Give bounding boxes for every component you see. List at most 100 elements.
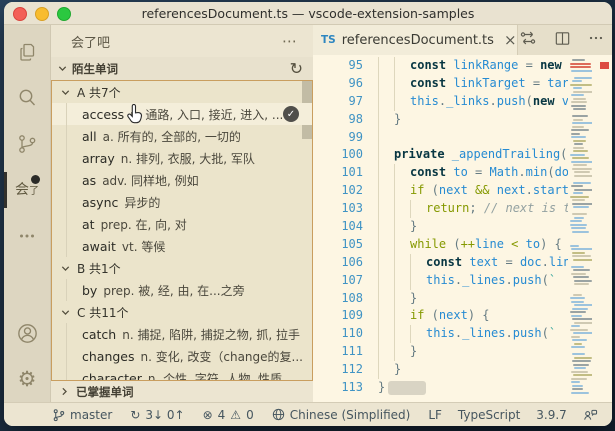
- language-status[interactable]: Chinese (Simplified): [272, 408, 410, 422]
- section-header-unfamiliar-words[interactable]: 陌生单词 ↻: [51, 57, 313, 80]
- code-line-105[interactable]: 105 while (++line < to) {: [313, 235, 568, 254]
- code-editor[interactable]: 95 const linkRange = new 96 const linkTarg…: [313, 55, 568, 402]
- title-bar: referencesDocument.ts — vscode-extension…: [4, 2, 612, 25]
- line-number: 105: [341, 236, 363, 251]
- word-item-access[interactable]: access n. 通路, 入口, 接近, 进入, ... ✓: [52, 103, 312, 125]
- word-group-header[interactable]: B 共1个: [52, 257, 312, 279]
- overview-ruler[interactable]: [592, 55, 612, 402]
- close-window-button[interactable]: [13, 7, 27, 21]
- line-number: 98: [348, 111, 363, 126]
- word-group-header[interactable]: C 共11个: [52, 301, 312, 323]
- code-line-97[interactable]: 97 this._links.push(new v: [313, 92, 568, 111]
- feedback-icon[interactable]: [583, 408, 598, 422]
- word-item-at[interactable]: at prep. 在, 向, 对: [52, 213, 312, 235]
- language-mode-indicator[interactable]: TypeScript: [458, 408, 520, 422]
- account-icon[interactable]: [4, 310, 50, 356]
- word-item-array[interactable]: array n. 排列, 衣服, 大批, 军队: [52, 147, 312, 169]
- line-number: 96: [348, 75, 363, 90]
- code-line-102[interactable]: 102 if (next && next.start: [313, 182, 568, 201]
- ts-version-indicator[interactable]: 3.9.7: [536, 408, 567, 422]
- settings-gear-icon[interactable]: ⚙: [4, 356, 50, 402]
- code-line-113[interactable]: 113}: [313, 379, 568, 397]
- chevron-down-icon: [61, 265, 70, 271]
- line-number: 107: [341, 272, 363, 287]
- word-item-character[interactable]: character n. 个性, 字符, 人物, 性质, ...: [52, 367, 312, 380]
- line-number: 110: [341, 326, 363, 341]
- editor-group: TS referencesDocument.ts × 95 const link…: [313, 25, 612, 402]
- open-changes-icon[interactable]: [518, 28, 538, 52]
- code-line-110[interactable]: 110 this._lines.push(`: [313, 325, 568, 344]
- line-number: 113: [341, 380, 363, 395]
- vscode-window: referencesDocument.ts — vscode-extension…: [4, 2, 612, 426]
- chevron-right-icon: [62, 387, 67, 396]
- line-number: 103: [341, 201, 363, 216]
- window-title: referencesDocument.ts — vscode-extension…: [141, 5, 475, 21]
- line-number: 108: [341, 290, 363, 305]
- code-line-106[interactable]: 106 const text = doc.lin: [313, 253, 568, 272]
- globe-icon: [272, 408, 284, 421]
- chevron-down-icon: [61, 309, 70, 315]
- selection-highlight: [388, 380, 427, 395]
- git-branch-status[interactable]: master: [52, 408, 112, 422]
- word-item-by[interactable]: by prep. 被, 经, 由, 在...之旁: [52, 279, 312, 301]
- more-views-icon[interactable]: [4, 213, 50, 259]
- source-control-icon[interactable]: [4, 121, 50, 167]
- code-line-96[interactable]: 96 const linkTarget = tar: [313, 74, 568, 93]
- line-number: 101: [341, 165, 363, 180]
- word-tree[interactable]: A 共7个 access n. 通路, 入口, 接近, 进入, ... ✓ all a. …: [51, 80, 313, 381]
- warning-icon: ⚠: [230, 407, 242, 422]
- problems-status[interactable]: ⊗ 4 ⚠ 0: [203, 408, 254, 422]
- line-number: 106: [341, 254, 363, 269]
- minimize-window-button[interactable]: [35, 7, 49, 21]
- word-item-all[interactable]: all a. 所有的, 全部的, 一切的: [52, 125, 312, 147]
- word-item-as[interactable]: as adv. 同样地, 例如: [52, 169, 312, 191]
- split-editor-icon[interactable]: [553, 29, 572, 52]
- line-number: 111: [341, 344, 363, 359]
- search-icon[interactable]: [4, 75, 50, 121]
- code-line-107[interactable]: 107 this._lines.push(`: [313, 271, 568, 290]
- typescript-file-icon: TS: [321, 34, 336, 46]
- huileba-extension-icon[interactable]: 会了: [4, 167, 50, 213]
- sidebar-title: 会了吧: [71, 35, 111, 51]
- git-sync-status[interactable]: ↻ 3↓ 0↑: [130, 408, 184, 422]
- word-item-catch[interactable]: catch n. 捕捉, 陷阱, 捕捉之物, 抓, 拉手: [52, 323, 312, 345]
- code-line-103[interactable]: 103 return; // next is t: [313, 200, 568, 219]
- traffic-lights: [13, 7, 71, 21]
- tab-referencesDocument[interactable]: TS referencesDocument.ts ×: [313, 25, 518, 55]
- extension-badge: [31, 175, 40, 184]
- sidebar-panel: 会了吧 ⋯ 陌生单词 ↻ A 共7个 access n. 通路, 入口, 接近, 进…: [51, 25, 313, 402]
- chevron-down-icon: [58, 66, 67, 71]
- tab-title: referencesDocument.ts: [341, 32, 494, 48]
- mark-known-check-icon[interactable]: ✓: [283, 106, 299, 122]
- explorer-icon[interactable]: [4, 29, 50, 75]
- minimap[interactable]: [568, 55, 592, 402]
- line-number: 104: [341, 219, 363, 234]
- code-line-101[interactable]: 101 const to = Math.min(do: [313, 164, 568, 183]
- code-line-95[interactable]: 95 const linkRange = new: [313, 57, 568, 75]
- tab-bar: TS referencesDocument.ts ×: [313, 25, 612, 55]
- zoom-window-button[interactable]: [57, 7, 71, 21]
- section-header-mastered-words[interactable]: 已掌握单词: [51, 381, 313, 402]
- code-line-111[interactable]: 111}: [313, 343, 568, 362]
- status-bar: master ↻ 3↓ 0↑ ⊗ 4 ⚠ 0 Chinese (Simplifi…: [4, 402, 612, 426]
- eol-indicator[interactable]: LF: [428, 408, 442, 422]
- code-line-108[interactable]: 108}: [313, 289, 568, 308]
- editor-more-actions-icon[interactable]: [587, 29, 605, 51]
- code-line-99[interactable]: 99: [313, 128, 568, 147]
- code-line-104[interactable]: 104}: [313, 218, 568, 236]
- error-icon: ⊗: [202, 407, 213, 422]
- line-number: 102: [341, 183, 363, 198]
- code-line-98[interactable]: 98}: [313, 110, 568, 129]
- code-line-112[interactable]: 112}: [313, 361, 568, 380]
- word-item-changes[interactable]: changes n. 变化, 改变（change的复...: [52, 345, 312, 367]
- word-item-await[interactable]: await vt. 等候: [52, 235, 312, 257]
- code-line-109[interactable]: 109 if (next) {: [313, 307, 568, 326]
- code-line-100[interactable]: 100 private _appendTrailing(: [313, 146, 568, 165]
- error-marker: [600, 62, 609, 69]
- word-item-async[interactable]: async 异步的: [52, 191, 312, 213]
- activity-bar: 会了 ⚙: [4, 25, 51, 402]
- line-number: 97: [348, 93, 363, 108]
- line-number: 109: [341, 308, 363, 323]
- word-group-header[interactable]: A 共7个: [52, 81, 312, 103]
- line-number: 100: [341, 147, 363, 162]
